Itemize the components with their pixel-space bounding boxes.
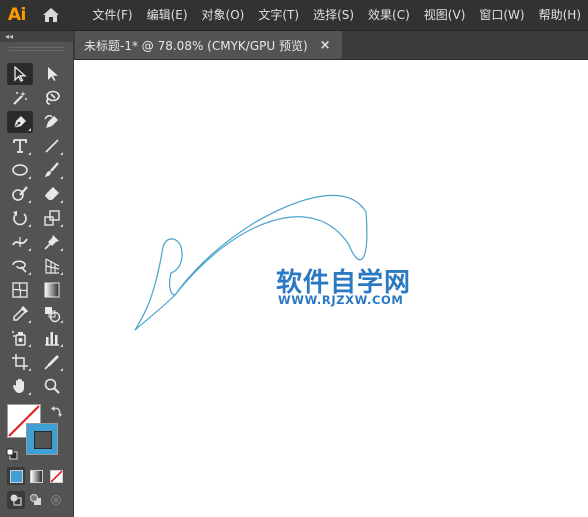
document-tab[interactable]: 未标题-1* @ 78.08% (CMYK/GPU 预览) × [75,31,342,59]
menu-object[interactable]: 对象(O) [195,0,252,30]
draw-behind-icon [30,494,41,505]
rotate-tool[interactable] [7,207,33,229]
none-mode-button[interactable] [47,467,65,485]
stroke-color-swatch[interactable] [26,423,58,455]
menu-file[interactable]: 文件(F) [85,0,139,30]
free-transform-icon [12,260,27,273]
type-tool[interactable] [7,135,33,157]
hand-icon [13,378,24,393]
direct-selection-tool[interactable] [39,63,65,85]
menu-window[interactable]: 窗口(W) [472,0,531,30]
perspective-grid-tool[interactable] [39,255,65,277]
slice-tool[interactable] [39,351,65,373]
color-mode-button[interactable] [7,467,25,485]
paintbrush-icon [45,162,59,177]
zoom-magnifier-icon [44,378,60,394]
menu-effect[interactable]: 效果(C) [361,0,417,30]
shaper-icon [12,186,28,201]
none-swatch-icon [49,469,63,483]
pen-nib-icon [13,116,26,129]
menu-items: 文件(F) 编辑(E) 对象(O) 文字(T) 选择(S) 效果(C) 视图(V… [85,0,588,30]
stroke-swatch-hole [34,431,52,449]
scale-icon [44,210,60,226]
lasso-icon [46,90,60,105]
eyedropper-icon [13,305,29,321]
shaper-tool[interactable] [7,183,33,205]
selection-tool[interactable] [7,63,33,85]
draw-behind-button[interactable] [27,491,45,509]
hand-tool[interactable] [7,375,33,397]
close-tab-button[interactable]: × [320,38,331,53]
column-graph-icon [45,332,59,346]
menu-type[interactable]: 文字(T) [251,0,306,30]
blend-tool[interactable] [39,303,65,325]
curvature-pen-icon [44,115,58,128]
scale-tool[interactable] [39,207,65,229]
draw-normal-icon [10,494,22,506]
type-t-icon [13,139,27,153]
pen-tool[interactable] [7,111,33,133]
slice-knife-icon [44,355,59,370]
blend-icon [45,307,61,323]
mesh-tool[interactable] [7,279,33,301]
document-tab-bar: 未标题-1* @ 78.08% (CMYK/GPU 预览) × [74,31,588,60]
eraser-tool[interactable] [39,183,65,205]
draw-inside-icon [50,494,62,506]
artboard-tool[interactable] [7,351,33,373]
line-segment-icon [45,139,59,153]
line-segment-tool[interactable] [39,135,65,157]
eraser-icon [45,187,59,200]
panel-grip[interactable] [0,42,73,56]
curvature-tool[interactable] [39,111,65,133]
artboard-canvas[interactable]: 软件自学网 WWW.RJZXW.COM [74,60,588,517]
menu-select[interactable]: 选择(S) [306,0,361,30]
document-tab-title: 未标题-1* @ 78.08% (CMYK/GPU 预览) [84,38,308,53]
draw-normal-button[interactable] [7,491,25,509]
eyedropper-tool[interactable] [7,303,33,325]
width-tool[interactable] [7,231,33,253]
home-button[interactable] [34,0,70,30]
menu-help[interactable]: 帮助(H) [532,0,588,30]
width-icon [12,237,28,247]
gradient-tool[interactable] [39,279,65,301]
panel-header: ◂◂ [0,31,73,42]
gradient-mode-button[interactable] [27,467,45,485]
magic-wand-icon [13,91,27,105]
mesh-icon [12,282,28,298]
free-transform-tool[interactable] [7,255,33,277]
gradient-icon [44,282,60,298]
column-graph-tool[interactable] [39,327,65,349]
magic-wand-tool[interactable] [7,87,33,109]
paintbrush-tool[interactable] [39,159,65,181]
ellipse-icon [12,164,28,176]
watermark-url: WWW.RJZXW.COM [278,293,404,307]
draw-inside-button[interactable] [47,491,65,509]
lasso-tool[interactable] [39,87,65,109]
menu-edit[interactable]: 编辑(E) [140,0,195,30]
collapse-panel-button[interactable]: ◂◂ [5,31,13,42]
gradient-swatch-icon [29,469,43,483]
solid-color-icon [9,469,23,483]
home-icon [43,8,60,22]
symbol-sprayer-icon [12,331,26,346]
menu-bar: Ai 文件(F) 编辑(E) 对象(O) 文字(T) 选择(S) 效果(C) 视… [0,0,588,31]
menu-view[interactable]: 视图(V) [417,0,473,30]
direct-selection-arrow-icon [48,67,58,81]
rotate-icon [13,211,27,226]
perspective-grid-icon [45,258,60,274]
artboard-icon [12,354,28,370]
swap-colors-button[interactable] [51,404,63,423]
pushpin-icon [44,235,59,250]
symbol-sprayer-tool[interactable] [7,327,33,349]
puppet-warp-tool[interactable] [39,231,65,253]
selection-arrow-icon [14,66,27,82]
swap-arrow-icon [51,406,62,417]
default-colors-icon [6,448,18,460]
zoom-tool[interactable] [39,375,65,397]
app-logo: Ai [7,5,26,25]
ellipse-tool[interactable] [7,159,33,181]
default-colors-button[interactable] [6,445,18,464]
